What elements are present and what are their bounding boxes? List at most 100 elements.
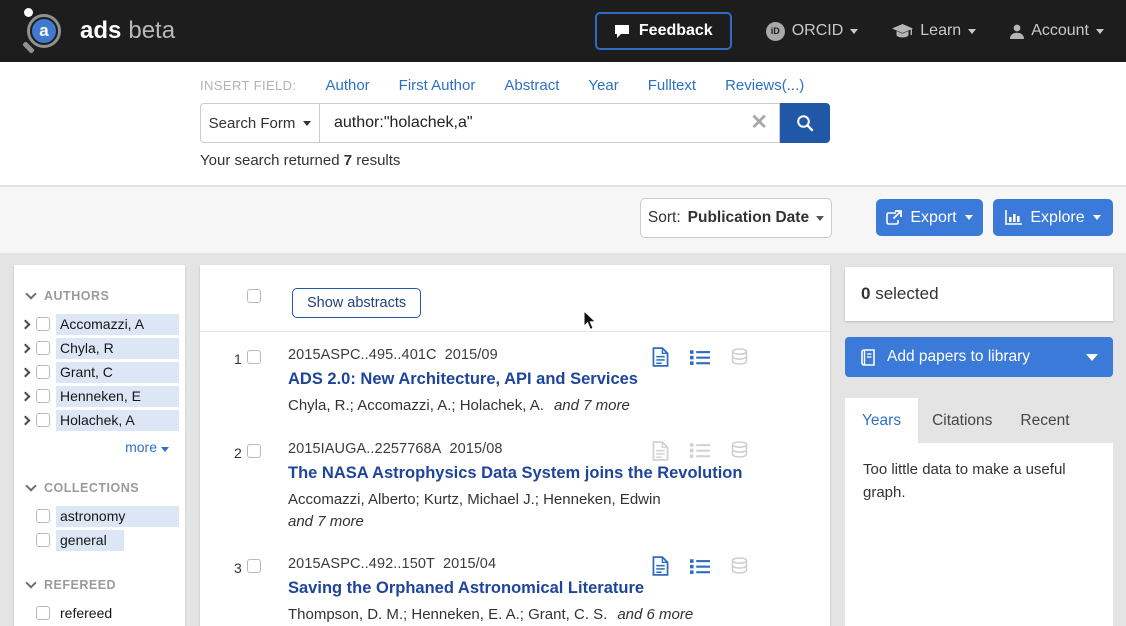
results-count-number: 7: [344, 152, 352, 169]
insert-field-link[interactable]: Year: [588, 77, 618, 94]
result-authors: Accomazzi, Alberto; Kurtz, Michael J.; H…: [288, 489, 744, 533]
facet-item[interactable]: astronomy: [36, 504, 185, 528]
clear-search-icon[interactable]: ✕: [750, 111, 768, 135]
graph-tab-years[interactable]: Years: [845, 398, 918, 443]
result-bibcode[interactable]: 2015ASPC..492..150T: [288, 556, 435, 572]
chevron-down-icon: [850, 29, 858, 34]
citations-list-icon[interactable]: [690, 442, 710, 459]
result-more-authors: and 7 more: [554, 397, 630, 414]
facet-section-header[interactable]: AUTHORS: [27, 289, 185, 303]
search-input[interactable]: [320, 103, 780, 143]
result-title-link[interactable]: The NASA Astrophysics Data System joins …: [288, 464, 744, 483]
fulltext-document-icon[interactable]: [652, 441, 669, 461]
result-title-link[interactable]: Saving the Orphaned Astronomical Literat…: [288, 579, 744, 598]
facet-label: refereed: [56, 605, 112, 621]
result-bibcode[interactable]: 2015ASPC..495..401C: [288, 347, 437, 363]
facet-checkbox[interactable]: [36, 606, 50, 620]
graph-tab-recent-reads[interactable]: Recent Reads: [1006, 398, 1126, 443]
facet-section-header[interactable]: REFEREED: [27, 578, 185, 592]
search-section: INSERT FIELD: AuthorFirst AuthorAbstract…: [0, 62, 1126, 186]
chevron-down-icon: [161, 447, 169, 452]
result-pubdate: 2015/08: [449, 441, 502, 457]
facet-checkbox[interactable]: [36, 317, 50, 331]
result-checkbox[interactable]: [247, 350, 261, 364]
show-abstracts-button[interactable]: Show abstracts: [292, 288, 421, 318]
insert-field-link[interactable]: Abstract: [504, 77, 559, 94]
chevron-down-icon: [1096, 29, 1104, 34]
result-more-authors: and 7 more: [288, 511, 744, 533]
learn-menu[interactable]: Learn: [892, 22, 976, 40]
fulltext-document-icon[interactable]: [652, 556, 669, 576]
feedback-button[interactable]: Feedback: [595, 12, 732, 50]
facet-item[interactable]: Chyla, R: [20, 336, 185, 360]
expand-arrow-icon[interactable]: [21, 367, 31, 377]
result-row: 12015ASPC..495..401C2015/09ADS 2.0: New …: [200, 332, 830, 426]
orcid-menu[interactable]: iD ORCID: [766, 22, 859, 41]
facet-checkbox[interactable]: [36, 533, 50, 547]
navbar: a adsbeta Feedback iD ORCID Learn: [0, 0, 1126, 62]
expand-arrow-icon[interactable]: [21, 415, 31, 425]
result-more-authors: and 6 more: [617, 606, 693, 623]
expand-arrow-icon[interactable]: [21, 319, 31, 329]
account-menu[interactable]: Account: [1010, 22, 1104, 40]
explore-button[interactable]: Explore: [993, 199, 1113, 236]
facet-label-wrap: refereed: [56, 603, 179, 624]
insert-field-row: INSERT FIELD: AuthorFirst AuthorAbstract…: [200, 77, 804, 94]
facet-item[interactable]: refereed: [36, 601, 185, 625]
graph-tab-citations[interactable]: Citations: [918, 398, 1006, 443]
ads-logo[interactable]: a adsbeta: [18, 5, 175, 57]
toolbar-band: Sort: Publication Date Export Explore: [0, 187, 1126, 253]
selected-count-number: 0: [861, 284, 870, 303]
data-products-icon[interactable]: [731, 348, 748, 367]
facet-item[interactable]: Accomazzi, A: [20, 312, 185, 336]
facet-item[interactable]: Grant, C: [20, 360, 185, 384]
citations-list-icon[interactable]: [690, 558, 710, 575]
facet-checkbox[interactable]: [36, 365, 50, 379]
result-checkbox[interactable]: [247, 559, 261, 573]
facet-label-wrap: general: [56, 530, 179, 551]
search-button[interactable]: [780, 103, 830, 143]
result-authors: Thompson, D. M.; Henneken, E. A.; Grant,…: [288, 604, 744, 626]
facet-label: Holachek, A: [56, 412, 135, 428]
facet-label-wrap: Chyla, R: [56, 338, 179, 359]
add-to-library-button[interactable]: Add papers to library: [845, 337, 1113, 377]
result-bibcode[interactable]: 2015IAUGA..2257768A: [288, 441, 441, 457]
facet-checkbox[interactable]: [36, 509, 50, 523]
fulltext-document-icon[interactable]: [652, 347, 669, 367]
facet-section-header[interactable]: COLLECTIONS: [27, 481, 185, 495]
chevron-down-icon: [25, 288, 36, 299]
insert-field-link[interactable]: Reviews(...): [725, 77, 804, 94]
facet-label-wrap: Accomazzi, A: [56, 314, 179, 335]
export-button[interactable]: Export: [876, 199, 983, 236]
authors-more-link[interactable]: more: [14, 439, 169, 455]
facet-item[interactable]: Henneken, E: [20, 384, 185, 408]
facet-item[interactable]: general: [36, 528, 185, 552]
insert-field-link[interactable]: First Author: [399, 77, 476, 94]
result-link-icons: [652, 556, 748, 576]
facet-checkbox[interactable]: [36, 341, 50, 355]
result-link-icons: [652, 347, 748, 367]
facet-label-wrap: astronomy: [56, 506, 179, 527]
graph-tabs: YearsCitationsRecent Reads: [845, 398, 1126, 443]
insert-field-link[interactable]: Author: [325, 77, 369, 94]
facet-checkbox[interactable]: [36, 413, 50, 427]
result-title-link[interactable]: ADS 2.0: New Architecture, API and Servi…: [288, 370, 744, 389]
data-products-icon[interactable]: [731, 441, 748, 460]
facet-item[interactable]: Holachek, A: [20, 408, 185, 432]
chevron-down-icon: [816, 216, 824, 221]
search-icon: [796, 114, 814, 132]
insert-field-link[interactable]: Fulltext: [648, 77, 696, 94]
result-checkbox[interactable]: [247, 444, 261, 458]
citations-list-icon[interactable]: [690, 349, 710, 366]
facet-checkbox[interactable]: [36, 389, 50, 403]
main-area: AUTHORS Accomazzi, A Chyla, RGrant, CHenne…: [0, 253, 1126, 626]
facet-label: Accomazzi, A: [56, 316, 144, 332]
expand-arrow-icon[interactable]: [21, 343, 31, 353]
chevron-down-icon: [968, 29, 976, 34]
facet-label-wrap: Holachek, A: [56, 410, 179, 431]
sort-dropdown[interactable]: Sort: Publication Date: [640, 198, 832, 238]
expand-arrow-icon[interactable]: [21, 391, 31, 401]
search-form-dropdown[interactable]: Search Form: [200, 103, 320, 143]
data-products-icon[interactable]: [731, 557, 748, 576]
select-all-checkbox[interactable]: [247, 289, 261, 303]
